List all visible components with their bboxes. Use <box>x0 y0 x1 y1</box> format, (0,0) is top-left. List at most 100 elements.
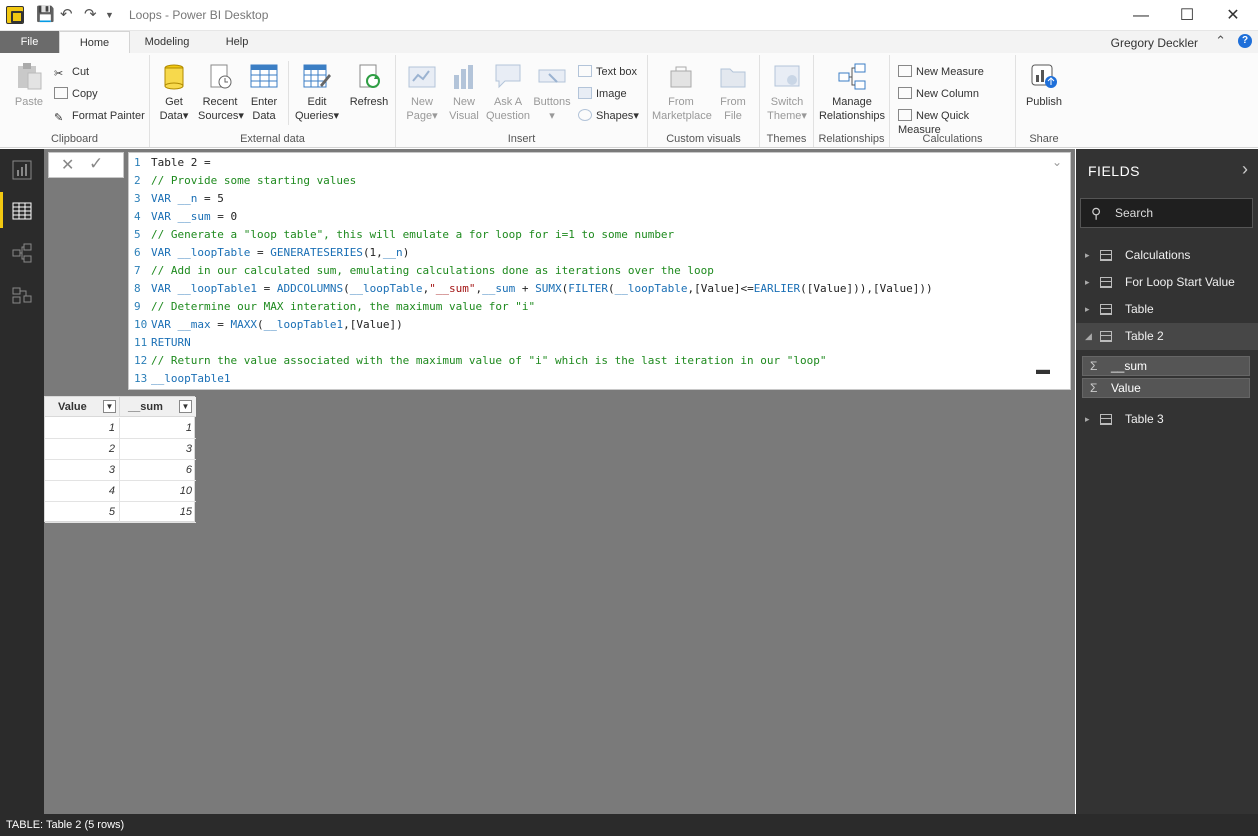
data-view-icon[interactable] <box>11 200 33 222</box>
code-token: ( <box>608 282 615 295</box>
customize-qat-icon[interactable]: ▼ <box>105 4 114 26</box>
help-icon[interactable]: ? <box>1238 34 1252 48</box>
field-table-item[interactable]: ◢ Table 2 <box>1076 323 1258 350</box>
code-line[interactable]: 12// Return the value associated with th… <box>129 352 827 370</box>
tab-modeling[interactable]: Modeling <box>136 31 198 53</box>
filter-dropdown-icon[interactable]: ▼ <box>103 400 116 413</box>
expand-arrow-icon[interactable]: ▸ <box>1085 296 1090 323</box>
collapse-ribbon-icon[interactable]: ⌃ <box>1215 33 1226 49</box>
image-button[interactable]: Image <box>578 87 627 101</box>
user-name[interactable]: Gregory Deckler <box>1111 36 1198 50</box>
dax-formula-editor[interactable]: 1 Table 2 = 2 // Provide some starting valu… <box>128 152 1071 390</box>
cell-sum[interactable]: 1 <box>120 418 196 439</box>
code-line[interactable]: 11 RETURN <box>129 334 191 352</box>
code-line[interactable]: 3 VAR __n = 5 <box>129 190 224 208</box>
speech-bubble-icon <box>495 64 521 89</box>
publish-button[interactable]: Publish <box>1022 61 1066 109</box>
code-line[interactable]: 4 VAR __sum = 0 <box>129 208 237 226</box>
expand-arrow-icon[interactable]: ▸ <box>1085 269 1090 296</box>
shapes-button[interactable]: Shapes▾ <box>578 109 639 123</box>
column-header-sum[interactable]: __sum ▼ <box>120 397 196 417</box>
field-column-item[interactable]: Σ Value <box>1082 378 1250 398</box>
get-data-button[interactable]: Get Data▾ <box>156 61 192 123</box>
cell-value[interactable]: 4 <box>45 481 120 502</box>
code-line[interactable]: 10 VAR __max = MAXX(__loopTable1,[Value]) <box>129 316 403 334</box>
report-view-icon[interactable] <box>11 159 33 181</box>
cell-value[interactable]: 3 <box>45 460 120 481</box>
field-table-item[interactable]: ▸ Calculations <box>1076 242 1258 269</box>
text-box-button[interactable]: Text box <box>578 65 637 79</box>
code-line[interactable]: 2 // Provide some starting values <box>129 172 356 190</box>
field-table-item[interactable]: ▸ For Loop Start Value <box>1076 269 1258 296</box>
cell-value[interactable]: 2 <box>45 439 120 460</box>
column-header-value[interactable]: Value ▼ <box>45 397 120 417</box>
save-icon[interactable]: 💾 <box>36 4 55 26</box>
tab-file[interactable]: File <box>0 31 59 53</box>
code-line[interactable]: 1 Table 2 = <box>129 154 211 172</box>
table-icon <box>1100 331 1112 342</box>
expand-arrow-icon[interactable]: ▸ <box>1085 242 1090 269</box>
redo-icon[interactable]: ↷ <box>84 4 97 26</box>
formula-commit-bar: ✕ ✓ <box>48 152 124 178</box>
line-number: 13 <box>134 372 148 385</box>
cut-button[interactable]: ✂ Cut <box>54 65 89 80</box>
copy-button[interactable]: Copy <box>54 87 98 101</box>
minimize-button[interactable]: — <box>1118 0 1164 31</box>
code-line[interactable]: 9 // Determine our MAX interation, the ma… <box>129 298 535 316</box>
cell-sum[interactable]: 10 <box>120 481 196 502</box>
relationship-view-icon[interactable] <box>11 242 33 264</box>
code-line[interactable]: 8 VAR __loopTable1 = ADDCOLUMNS(__loopTab… <box>129 280 933 298</box>
ask-a-question-button[interactable]: Ask A Question <box>484 61 532 123</box>
tab-home[interactable]: Home <box>59 31 130 53</box>
field-table-item[interactable]: ▸ Table <box>1076 296 1258 323</box>
buttons-button[interactable]: Buttons ▾ <box>532 61 572 123</box>
paste-button[interactable]: Paste <box>12 61 46 109</box>
enter-data-button[interactable]: Enter Data <box>248 61 280 123</box>
new-visual-button[interactable]: New Visual <box>446 61 482 123</box>
cancel-formula-icon[interactable]: ✕ <box>61 155 74 175</box>
cell-sum[interactable]: 3 <box>120 439 196 460</box>
code-line[interactable]: 7 // Add in our calculated sum, emulating… <box>129 262 714 280</box>
new-column-button[interactable]: New Column <box>898 87 979 101</box>
field-column-item[interactable]: Σ __sum <box>1082 356 1250 376</box>
collapse-arrow-icon[interactable]: ◢ <box>1085 323 1092 350</box>
cell-sum[interactable]: 6 <box>120 460 196 481</box>
code-line[interactable]: 13 __loopTable1 <box>129 370 230 388</box>
code-line[interactable]: 5 // Generate a "loop table", this will e… <box>129 226 674 244</box>
format-painter-button[interactable]: ✎ Format Painter <box>54 109 145 124</box>
recent-sources-icon <box>210 64 232 89</box>
code-line[interactable]: 6 VAR __loopTable = GENERATESERIES(1,__n) <box>129 244 409 262</box>
new-page-button[interactable]: New Page▾ <box>402 61 442 123</box>
tab-help[interactable]: Help <box>214 31 260 53</box>
new-measure-button[interactable]: New Measure <box>898 65 984 79</box>
code-token: // Generate a "loop table", this will em… <box>151 228 675 241</box>
field-table-item[interactable]: ▸ Table 3 <box>1076 406 1258 433</box>
editor-resize-handle[interactable]: ▬ <box>1036 361 1050 377</box>
code-token: __n <box>382 246 403 259</box>
code-token: = <box>250 246 271 259</box>
filter-dropdown-icon[interactable]: ▼ <box>179 400 192 413</box>
themes-group: Switch Theme▾ Themes <box>760 55 814 147</box>
collapse-pane-icon[interactable]: › <box>1242 159 1248 180</box>
switch-theme-button[interactable]: Switch Theme▾ <box>766 61 808 123</box>
recent-sources-button[interactable]: Recent Sources▾ <box>198 61 244 123</box>
from-file-button[interactable]: From File <box>714 61 752 123</box>
maximize-button[interactable]: ☐ <box>1164 0 1210 31</box>
cell-sum[interactable]: 15 <box>120 502 196 523</box>
manage-relationships-button[interactable]: Manage Relationships <box>818 61 886 123</box>
fields-search-input[interactable]: ⚲ Search <box>1080 198 1253 228</box>
cell-value[interactable]: 1 <box>45 418 120 439</box>
code-token: GENERATESERIES <box>270 246 363 259</box>
expand-arrow-icon[interactable]: ▸ <box>1085 406 1090 433</box>
model-view-icon[interactable] <box>11 284 33 306</box>
collapse-editor-icon[interactable]: ⌄ <box>1052 155 1062 169</box>
insert-group: New Page▾ New Visual Ask A Question Buttons… <box>396 55 648 147</box>
group-separator <box>288 61 289 125</box>
cell-value[interactable]: 5 <box>45 502 120 523</box>
close-button[interactable]: ✕ <box>1210 0 1256 31</box>
undo-icon[interactable]: ↶ <box>60 4 73 26</box>
refresh-button[interactable]: Refresh <box>348 61 390 109</box>
edit-queries-button[interactable]: Edit Queries▾ <box>294 61 340 123</box>
from-marketplace-button[interactable]: From Marketplace <box>652 61 712 123</box>
commit-formula-icon[interactable]: ✓ <box>89 154 103 174</box>
